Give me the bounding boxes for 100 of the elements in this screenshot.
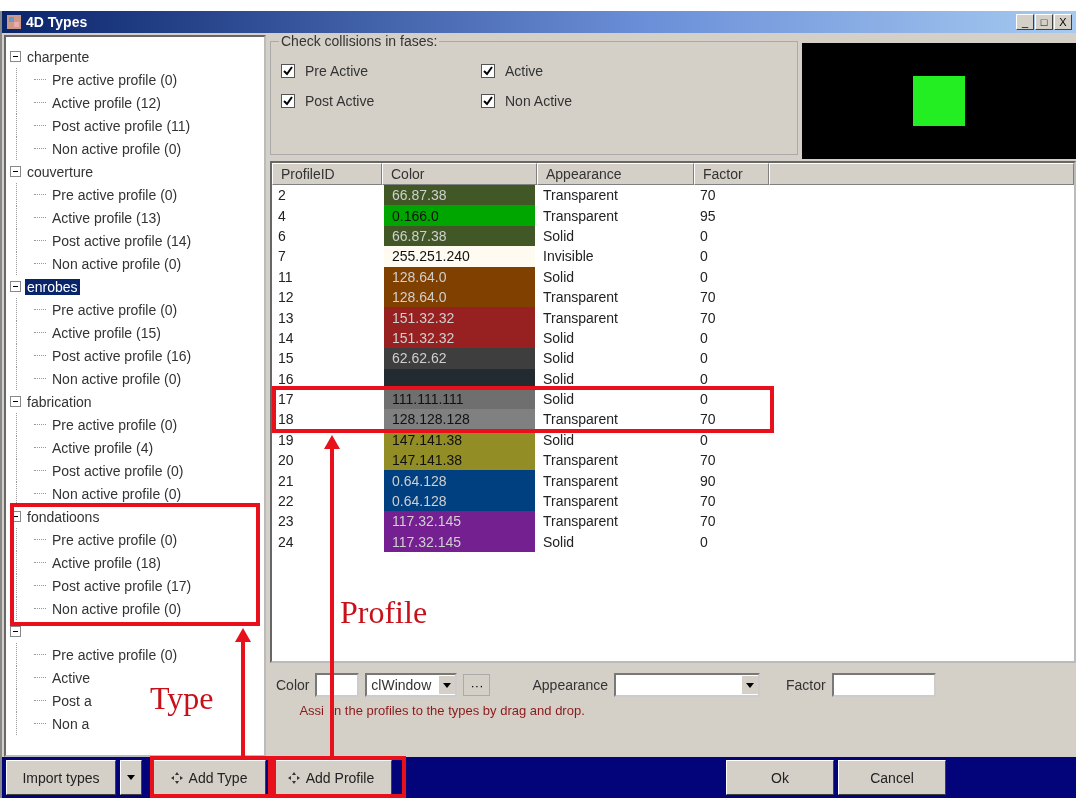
column-header[interactable]: Appearance [537, 163, 694, 185]
table-cell-text: Transparent [542, 309, 619, 326]
tree-item[interactable]: Non active profile (0) [50, 600, 184, 617]
color-swatch: 147.141.38 [384, 450, 535, 471]
table-cell-text: Solid [542, 268, 576, 285]
phase-checkbox[interactable]: Post Active [281, 93, 481, 109]
color-swatch: 151.32.32 [384, 327, 535, 349]
maximize-button[interactable]: □ [1035, 14, 1053, 30]
close-button[interactable]: X [1054, 14, 1072, 30]
tree-item[interactable]: Pre active profile (0) [50, 301, 180, 318]
tree-item[interactable]: Non active profile (0) [50, 140, 184, 157]
collapse-icon[interactable] [10, 626, 21, 637]
more-button[interactable]: ··· [463, 674, 491, 696]
cancel-button[interactable]: Cancel [838, 760, 946, 795]
phase-checkbox[interactable]: Active [481, 63, 681, 79]
collapse-icon[interactable] [10, 51, 21, 62]
caret-icon [127, 775, 135, 780]
table-cell-text: 12 [277, 289, 295, 306]
color-field[interactable] [315, 673, 360, 697]
column-header[interactable]: Color [382, 163, 537, 185]
factor-field[interactable] [831, 673, 936, 697]
tree-item[interactable]: Post active profile (11) [50, 117, 193, 134]
tree-item[interactable]: Non a [50, 715, 92, 732]
checkbox[interactable] [281, 64, 295, 78]
tree-item[interactable]: Non active profile (0) [50, 370, 184, 387]
table-cell-text: 0 [699, 370, 709, 387]
table-cell-text: 24 [277, 533, 295, 550]
table-cell-text: 14 [277, 329, 295, 346]
table-cell-text: Solid [542, 391, 576, 408]
color-dropdown[interactable]: clWindow [365, 673, 458, 697]
table-cell-text: 22 [277, 493, 295, 510]
group-title: Check collisions in fases: [279, 33, 440, 49]
color-swatch: 0.166.0 [384, 205, 535, 226]
tree-node[interactable]: fabrication [25, 393, 94, 410]
color-swatch: 128.128.128 [384, 409, 535, 430]
tree-item[interactable]: Active profile (4) [50, 439, 156, 456]
column-header[interactable]: ProfileID [272, 163, 382, 185]
table-cell-text: 90 [699, 472, 717, 489]
table-cell-text: Transparent [542, 472, 619, 489]
tree-item[interactable]: Pre active profile (0) [50, 186, 180, 203]
color-swatch: 128.64.0 [384, 266, 535, 287]
tree-item[interactable]: Active [50, 669, 93, 686]
phase-checkbox[interactable]: Pre Active [281, 63, 481, 79]
tree-item[interactable]: Non active profile (0) [50, 255, 184, 272]
tree-item[interactable]: Post active profile (14) [50, 232, 194, 249]
collapse-icon[interactable] [10, 396, 21, 407]
tree-item[interactable]: Active profile (15) [50, 324, 163, 341]
table-cell-text: Invisible [542, 248, 595, 265]
color-swatch: 151.32.32 [384, 307, 535, 328]
caret-icon [746, 682, 754, 688]
checkbox[interactable] [481, 94, 495, 108]
checkbox[interactable] [281, 94, 295, 108]
tree-node[interactable]: charpente [25, 48, 92, 65]
tree-node[interactable]: couverture [25, 163, 96, 180]
tree-item[interactable]: Pre active profile (0) [50, 71, 180, 88]
caret-icon [443, 682, 452, 688]
window-title: 4D Types [26, 14, 88, 30]
field-label: Color [276, 677, 310, 693]
table-cell-text: 0 [699, 350, 709, 367]
table-cell-text: 6 [277, 227, 287, 244]
table-cell-text: Solid [542, 431, 576, 448]
tree-item[interactable]: Post a [50, 692, 94, 709]
table-cell-text: 13 [277, 309, 295, 326]
table-cell-text: 0 [699, 329, 709, 346]
import-types-button[interactable]: Import types [6, 760, 116, 795]
minimize-button[interactable]: _ [1016, 14, 1034, 30]
tree-node[interactable]: fondatioons [25, 508, 102, 525]
table-cell-text: 70 [699, 513, 717, 530]
tree-node[interactable]: enrobes [25, 278, 80, 295]
appearance-dropdown[interactable] [614, 673, 760, 697]
annotation-label: Type [150, 680, 214, 717]
ok-button[interactable]: Ok [726, 760, 834, 795]
tree-item[interactable]: Active profile (18) [50, 554, 163, 571]
table-cell-text: Transparent [542, 452, 619, 469]
tree-item[interactable]: Post active profile (16) [50, 347, 194, 364]
table-cell-text: 18 [277, 411, 295, 428]
collapse-icon[interactable] [10, 281, 21, 292]
checkbox[interactable] [481, 64, 495, 78]
collapse-icon[interactable] [10, 166, 21, 177]
dropdown-button[interactable] [120, 760, 142, 795]
table-cell-text: 0 [699, 248, 709, 265]
table-cell-text: 0 [699, 391, 709, 408]
field-label: Factor [786, 677, 826, 693]
tree-item[interactable]: Active profile (12) [50, 94, 163, 111]
column-header[interactable]: Factor [694, 163, 769, 185]
tree-item[interactable]: Pre active profile (0) [50, 416, 180, 433]
annotation-label: Profile [340, 594, 428, 631]
table-cell-text: 20 [277, 452, 295, 469]
table-cell-text: Transparent [542, 207, 619, 224]
table-cell-text: Solid [542, 329, 576, 346]
phase-checkbox[interactable]: Non Active [481, 93, 681, 109]
tree-item[interactable]: Post active profile (17) [50, 577, 194, 594]
tree-item[interactable]: Pre active profile (0) [50, 646, 180, 663]
table-cell-text: 2 [277, 187, 287, 204]
tree-item[interactable]: Active profile (13) [50, 209, 163, 226]
tree-item[interactable]: Pre active profile (0) [50, 531, 180, 548]
table-cell-text: 0 [699, 533, 709, 550]
tree-item[interactable]: Post active profile (0) [50, 462, 186, 479]
add-type-button[interactable]: Add Type [152, 760, 266, 795]
tree-item[interactable]: Non active profile (0) [50, 485, 184, 502]
